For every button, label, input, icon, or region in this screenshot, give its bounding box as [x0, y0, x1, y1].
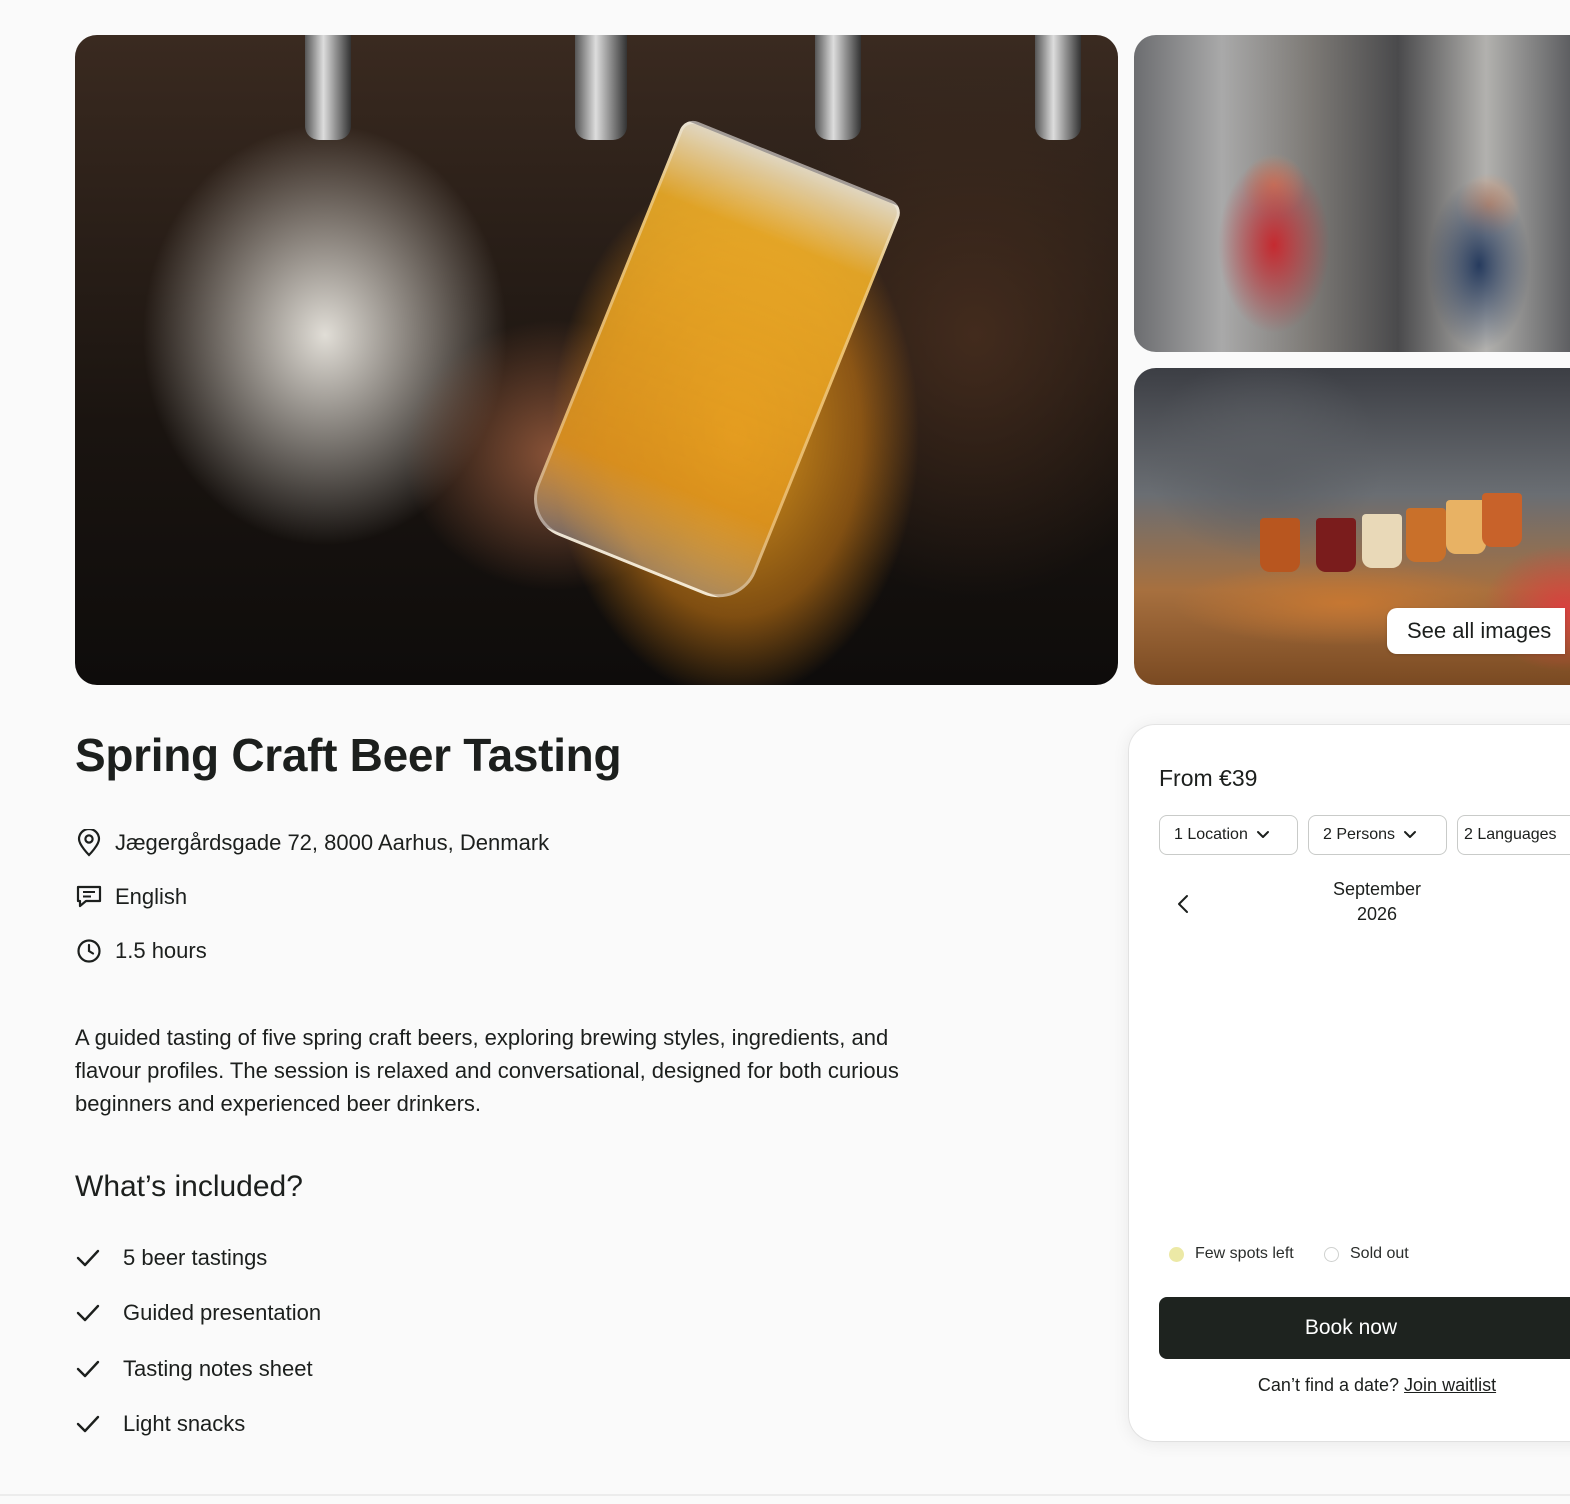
beer-tap-decoration	[1035, 35, 1081, 140]
event-description: A guided tasting of five spring craft be…	[75, 1025, 899, 1116]
event-title: Spring Craft Beer Tasting	[75, 729, 622, 781]
duration-text: 1.5 hours	[115, 938, 207, 963]
beer-flight-glass	[1260, 518, 1300, 572]
location-filter-dropdown[interactable]: 1 Location	[1159, 815, 1298, 855]
chevron-down-icon	[1256, 831, 1269, 838]
included-item: 5 beer tastings	[75, 1245, 267, 1271]
calendar-month-label: September 2026	[1304, 877, 1450, 927]
book-now-button[interactable]: Book now	[1159, 1297, 1570, 1359]
beer-tap-decoration	[575, 35, 627, 140]
main-event-image[interactable]	[75, 35, 1118, 685]
checkmark-icon	[75, 1411, 101, 1437]
beer-tap-decoration	[305, 35, 351, 140]
location-row: Jægergårdsgade 72, 8000 Aarhus, Denmark	[75, 829, 549, 857]
beer-tap-decoration	[815, 35, 861, 140]
included-item-label: Light snacks	[123, 1411, 246, 1436]
checkmark-icon	[75, 1300, 101, 1326]
legend-sold-out-label: Sold out	[1350, 1245, 1409, 1262]
location-filter-label: 1 Location	[1174, 826, 1248, 843]
beer-flight-glass	[1362, 514, 1402, 568]
checkmark-icon	[75, 1356, 101, 1382]
price-label: From €39	[1159, 765, 1258, 791]
calendar-month: September	[1332, 879, 1422, 899]
beer-glass-decoration	[521, 116, 905, 610]
included-item-label: Tasting notes sheet	[123, 1356, 313, 1381]
book-now-label: Book now	[1304, 1316, 1398, 1339]
location-text: Jægergårdsgade 72, 8000 Aarhus, Denmark	[115, 830, 550, 855]
language-row: English	[75, 883, 187, 911]
included-item: Light snacks	[75, 1411, 245, 1437]
languages-filter-label: 2 Languages	[1464, 826, 1557, 843]
included-item: Guided presentation	[75, 1300, 321, 1326]
legend-sold-out: Sold out	[1324, 1245, 1409, 1263]
duration-row: 1.5 hours	[75, 937, 207, 965]
beer-flight-glass	[1446, 500, 1486, 554]
see-all-images-button[interactable]: See all images	[1387, 608, 1566, 654]
included-item-label: Guided presentation	[123, 1300, 322, 1325]
previous-month-button[interactable]	[1169, 890, 1197, 918]
persons-filter-dropdown[interactable]: 2 Persons	[1308, 815, 1447, 855]
chevron-left-icon	[1178, 895, 1188, 913]
checkmark-icon	[75, 1245, 101, 1271]
map-pin-icon	[75, 829, 103, 857]
sold-out-dot-icon	[1324, 1246, 1339, 1262]
included-heading: What’s included?	[75, 1170, 303, 1203]
beer-flight-glass	[1406, 508, 1446, 562]
join-waitlist-link[interactable]: Join waitlist	[1404, 1375, 1496, 1395]
section-divider	[0, 1494, 1570, 1496]
languages-filter-dropdown[interactable]: 2 Languages	[1457, 815, 1570, 855]
event-page: See all images Spring Craft Beer Tasting…	[0, 0, 1570, 1504]
chat-bubble-icon	[75, 883, 103, 911]
side-image-brewers[interactable]	[1134, 35, 1570, 352]
chevron-down-icon	[1404, 831, 1417, 838]
included-item-label: 5 beer tastings	[123, 1245, 268, 1270]
waitlist-prompt: Can’t find a date?	[1257, 1375, 1400, 1395]
persons-filter-label: 2 Persons	[1323, 826, 1396, 843]
booking-card: From €39 1 Location 2 Persons 2 Language…	[1129, 725, 1570, 1441]
clock-icon	[75, 937, 103, 965]
calendar-year: 2026	[1356, 904, 1398, 924]
language-text: English	[115, 884, 188, 909]
waitlist-row: Can’t find a date? Join waitlist	[1159, 1375, 1570, 1396]
few-spots-dot-icon	[1169, 1246, 1184, 1262]
next-month-button[interactable]	[1563, 890, 1570, 918]
beer-flight-glass	[1316, 518, 1356, 572]
legend-few-spots-label: Few spots left	[1195, 1245, 1294, 1262]
legend-few-spots: Few spots left	[1169, 1245, 1294, 1263]
included-item: Tasting notes sheet	[75, 1356, 313, 1382]
beer-flight-glass	[1482, 493, 1522, 547]
